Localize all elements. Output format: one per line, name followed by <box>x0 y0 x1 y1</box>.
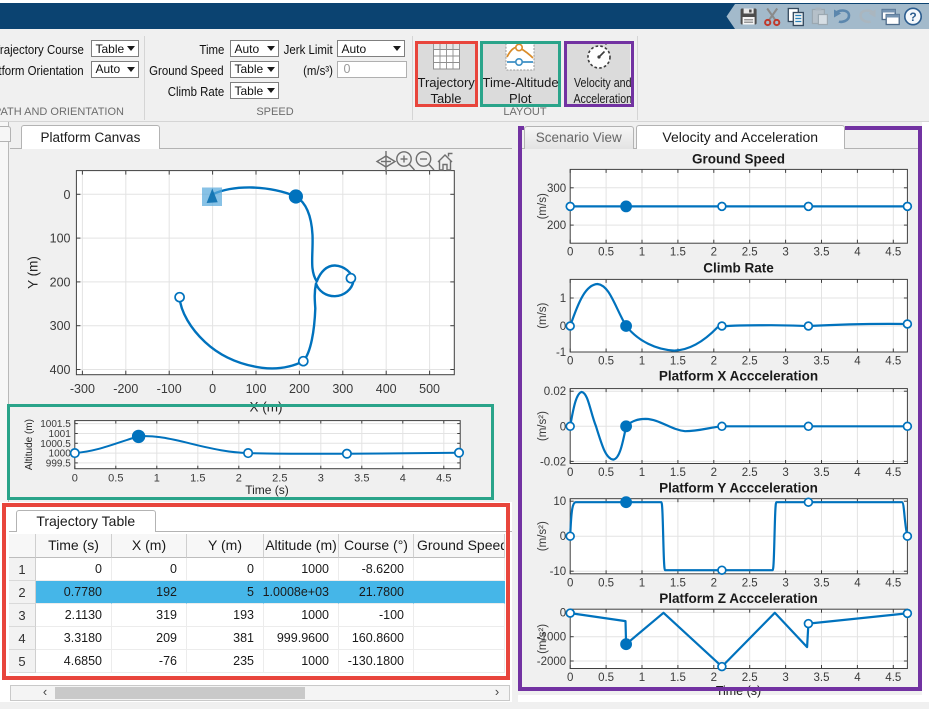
svg-text:?: ? <box>909 10 916 24</box>
